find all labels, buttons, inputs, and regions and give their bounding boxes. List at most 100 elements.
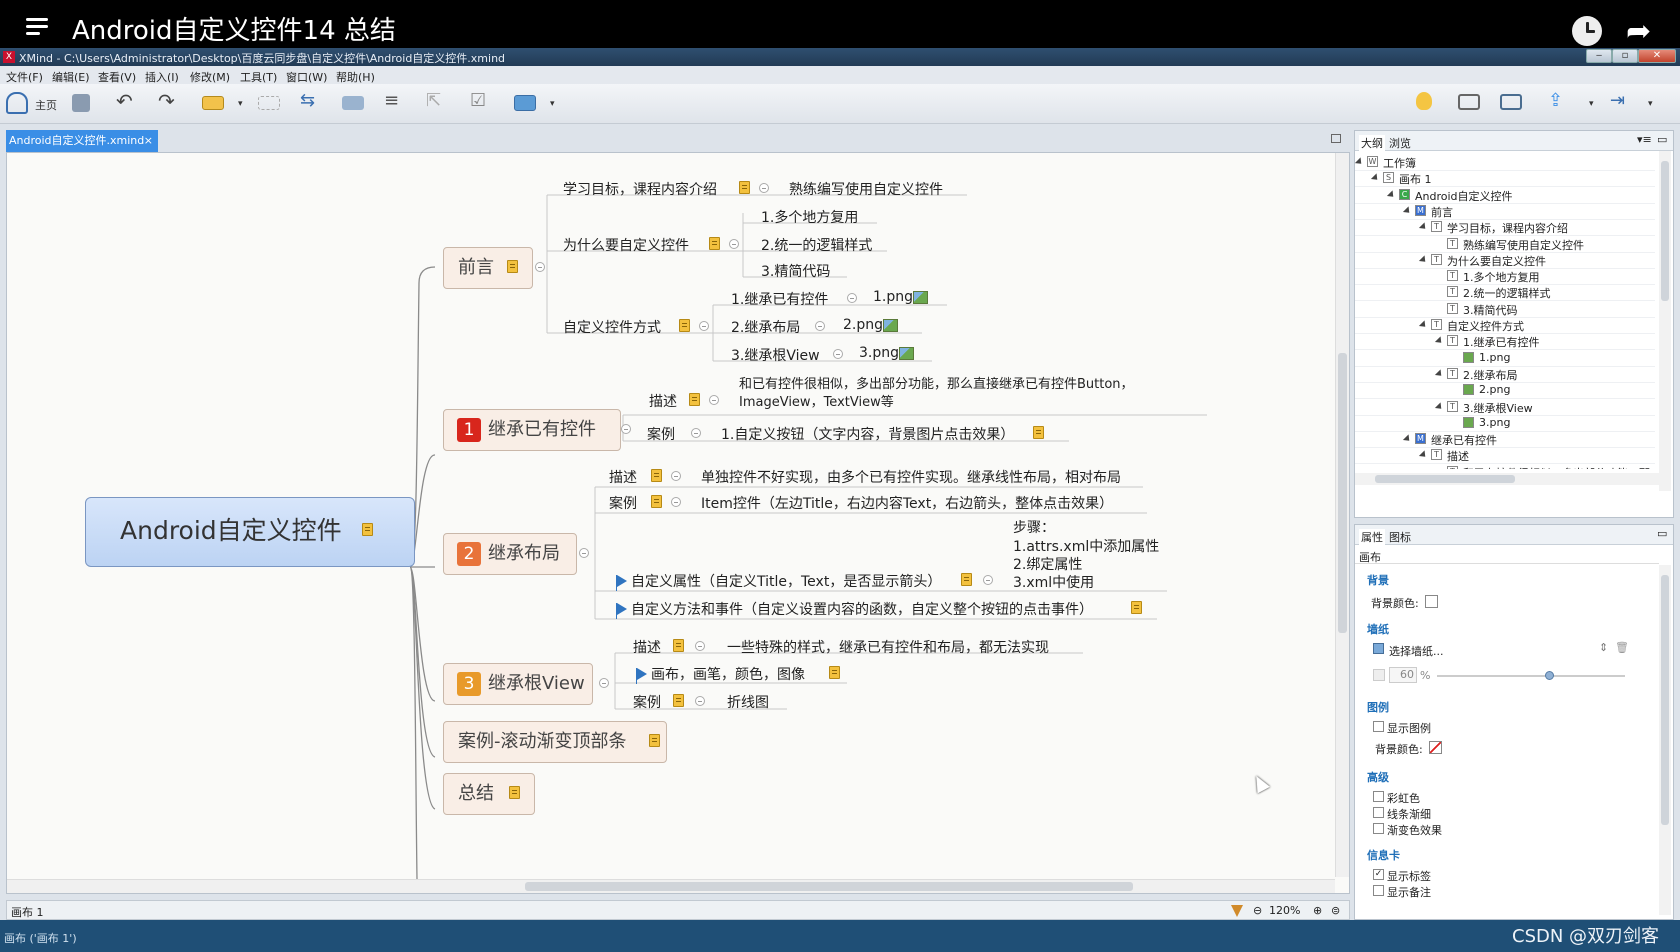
menu-view[interactable]: 查看(V) [98,69,136,85]
image-thumbnail-icon[interactable] [883,319,898,332]
inherit-desc-text-1[interactable]: 和已有控件很相似，多出部分功能，那么直接继承已有控件Button， [739,373,1134,392]
zoom-in-icon[interactable]: ⊕ [1313,904,1322,917]
menu-tools[interactable]: 工具(T) [240,69,277,85]
outline-expander-icon[interactable] [1370,173,1381,183]
ways-note-icon[interactable] [679,319,690,332]
central-note-icon[interactable] [362,523,373,536]
layout-case-note-icon[interactable] [651,495,662,508]
inherit-desc[interactable]: 描述 [649,391,677,411]
layout-method-note-icon[interactable] [1131,601,1142,614]
outline-expander-icon[interactable] [1418,222,1429,232]
inherit-desc-note-icon[interactable] [689,393,700,406]
way-item-1[interactable]: 1.继承已有控件 [731,289,828,309]
inherit-case[interactable]: 案例 [647,424,675,444]
opacity-input[interactable]: 60 [1389,667,1417,683]
zoom-reset-icon[interactable]: ⊜ [1331,904,1340,917]
goal-collapse-icon[interactable] [759,183,769,193]
share-icon[interactable]: ➦ [1626,14,1651,49]
outline-item[interactable]: 学习目标，课程内容介绍 [1447,220,1568,236]
why-item-1[interactable]: 1.多个地方复用 [761,207,858,227]
outline-item[interactable]: 3.继承根View [1463,400,1533,416]
save-icon[interactable] [72,94,90,112]
inherit-case-note-icon[interactable] [1033,426,1044,439]
layout-desc-note-icon[interactable] [651,469,662,482]
show-labels-checkbox[interactable]: ✓ [1373,869,1384,880]
outline-item[interactable]: 3.精简代码 [1463,302,1518,318]
menu-insert[interactable]: 插入(I) [145,69,179,85]
outline-expander-icon[interactable] [1434,369,1445,379]
layout-step-3[interactable]: 3.xml中使用 [1013,572,1094,592]
root-desc-collapse-icon[interactable] [695,641,705,651]
maximize-button[interactable]: ▫ [1612,49,1638,63]
boundary-icon[interactable] [342,96,364,110]
tab-outline[interactable]: 大纲 [1359,135,1385,151]
layout-desc[interactable]: 描述 [609,467,637,487]
way1-collapse-icon[interactable] [847,293,857,303]
outline-item[interactable]: 熟练编写使用自定义控件 [1463,237,1584,253]
why-item-3[interactable]: 3.精简代码 [761,261,830,281]
why-item-2[interactable]: 2.统一的逻辑样式 [761,235,872,255]
maximize-editor-icon[interactable] [1331,134,1341,143]
vertical-scrollbar[interactable] [1335,153,1349,877]
home-label[interactable]: 主页 [35,97,57,113]
outline-item[interactable]: 2.继承布局 [1463,367,1518,383]
outline-item[interactable]: 1.多个地方复用 [1463,269,1540,285]
outline-minimize-icon[interactable]: ▭ [1657,133,1667,146]
why-note-icon[interactable] [709,237,720,250]
layout-desc-collapse-icon[interactable] [671,471,681,481]
outline-item[interactable]: 1.继承已有控件 [1463,334,1540,350]
menu-help[interactable]: 帮助(H) [336,69,375,85]
preface-note-icon[interactable] [507,260,518,273]
topic-dropdown-icon[interactable]: ▾ [238,99,243,109]
root-canvas[interactable]: 画布，画笔，颜色，图像 [651,664,805,684]
properties-scroll-thumb[interactable] [1661,575,1669,825]
export-dropdown-icon[interactable]: ▾ [1648,99,1653,109]
inherit-case-text[interactable]: 1.自定义按钮（文字内容，背景图片点击效果） [721,424,1014,444]
document-tab[interactable]: Android自定义控件.xmind × [6,130,158,152]
callout-icon[interactable] [258,96,280,110]
choose-wallpaper-button[interactable]: 选择墙纸... [1389,643,1444,659]
image-thumbnail-icon[interactable] [899,347,914,360]
layout-attr-collapse-icon[interactable] [983,575,993,585]
rainbow-checkbox[interactable] [1373,791,1384,802]
root-desc[interactable]: 描述 [633,637,661,657]
bg-color-swatch[interactable] [1425,595,1438,608]
preface-goal[interactable]: 学习目标，课程内容介绍 [563,179,717,199]
preface-why[interactable]: 为什么要自定义控件 [563,235,689,255]
outline-item[interactable]: 工作簿 [1383,155,1416,171]
outline-expander-icon[interactable] [1386,189,1397,200]
outline-expander-icon[interactable] [1402,434,1413,444]
tab-icons[interactable]: 图标 [1389,529,1411,545]
delete-wallpaper-icon[interactable]: 🗑 [1615,641,1629,654]
menu-edit[interactable]: 编辑(E) [52,69,90,85]
outline-item[interactable]: 1.png [1479,351,1510,364]
layout-method[interactable]: 自定义方法和事件（自定义设置内容的函数，自定义整个按钮的点击事件） [631,599,1093,619]
outline-item[interactable]: Android自定义控件 [1415,188,1513,204]
drill-down-icon[interactable]: ⇱ [426,90,448,112]
inherit-desc-text-2[interactable]: ImageView，TextView等 [739,391,894,410]
vertical-scroll-thumb[interactable] [1338,353,1347,633]
properties-minimize-icon[interactable]: ▭ [1657,527,1667,540]
opacity-slider-thumb[interactable] [1545,671,1554,680]
layout-case[interactable]: 案例 [609,493,637,513]
root-desc-note-icon[interactable] [673,639,684,652]
task-icon[interactable]: ☑ [470,90,492,112]
topic-preface[interactable]: 前言 [443,247,533,289]
outline-tree[interactable]: W 工作簿 S 画布 1 C Android自定义控件 M 前言 T 学习目标，课程内容介绍 T 熟练… [1355,151,1657,469]
preface-ways[interactable]: 自定义控件方式 [563,317,661,337]
watch-later-icon[interactable] [1572,16,1602,46]
way-item-2[interactable]: 2.继承布局 [731,317,800,337]
layout-collapse-icon[interactable] [579,548,589,558]
properties-scrollbar[interactable] [1659,565,1671,915]
root-collapse-icon[interactable] [599,678,609,688]
way3-collapse-icon[interactable] [833,349,843,359]
root-case-collapse-icon[interactable] [695,696,705,706]
close-window-button[interactable]: ✕ [1638,49,1676,63]
horizontal-scroll-thumb[interactable] [525,882,1133,891]
legend-bg-swatch[interactable] [1429,741,1442,754]
relationship-icon[interactable]: ⇆ [300,90,322,112]
upload-icon[interactable]: ⇪ [1548,90,1570,112]
outline-item[interactable]: 为什么要自定义控件 [1447,253,1546,269]
layout-step-2[interactable]: 2.绑定属性 [1013,554,1082,574]
inherit-desc-collapse-icon[interactable] [709,395,719,405]
